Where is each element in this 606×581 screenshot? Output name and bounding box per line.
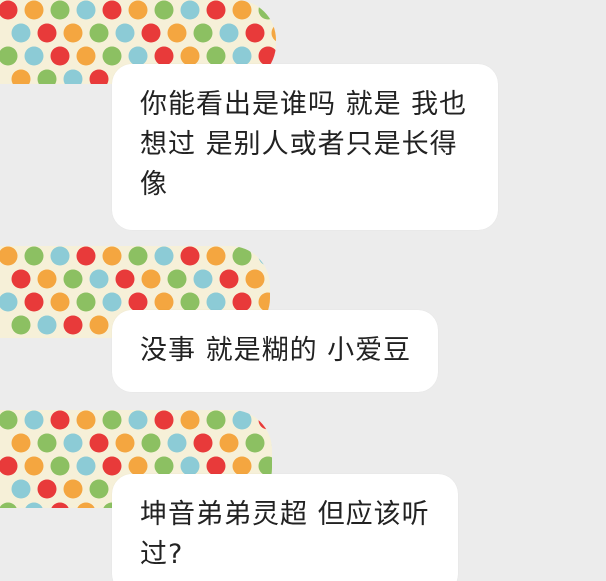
- chat-screen: 你能看出是谁吗 就是 我也想过 是别人或者只是长得像 没事 就是糊的 小爱豆 坤…: [0, 0, 606, 581]
- message-text: 坤音弟弟灵超 但应该听过?: [140, 499, 430, 570]
- message-bubble[interactable]: 坤音弟弟灵超 但应该听过?: [112, 474, 458, 581]
- message-text: 你能看出是谁吗 就是 我也想过 是别人或者只是长得像: [140, 89, 468, 200]
- message-text: 没事 就是糊的 小爱豆: [140, 335, 412, 366]
- message-bubble[interactable]: 没事 就是糊的 小爱豆: [112, 310, 438, 392]
- message-bubble[interactable]: 你能看出是谁吗 就是 我也想过 是别人或者只是长得像: [112, 64, 498, 230]
